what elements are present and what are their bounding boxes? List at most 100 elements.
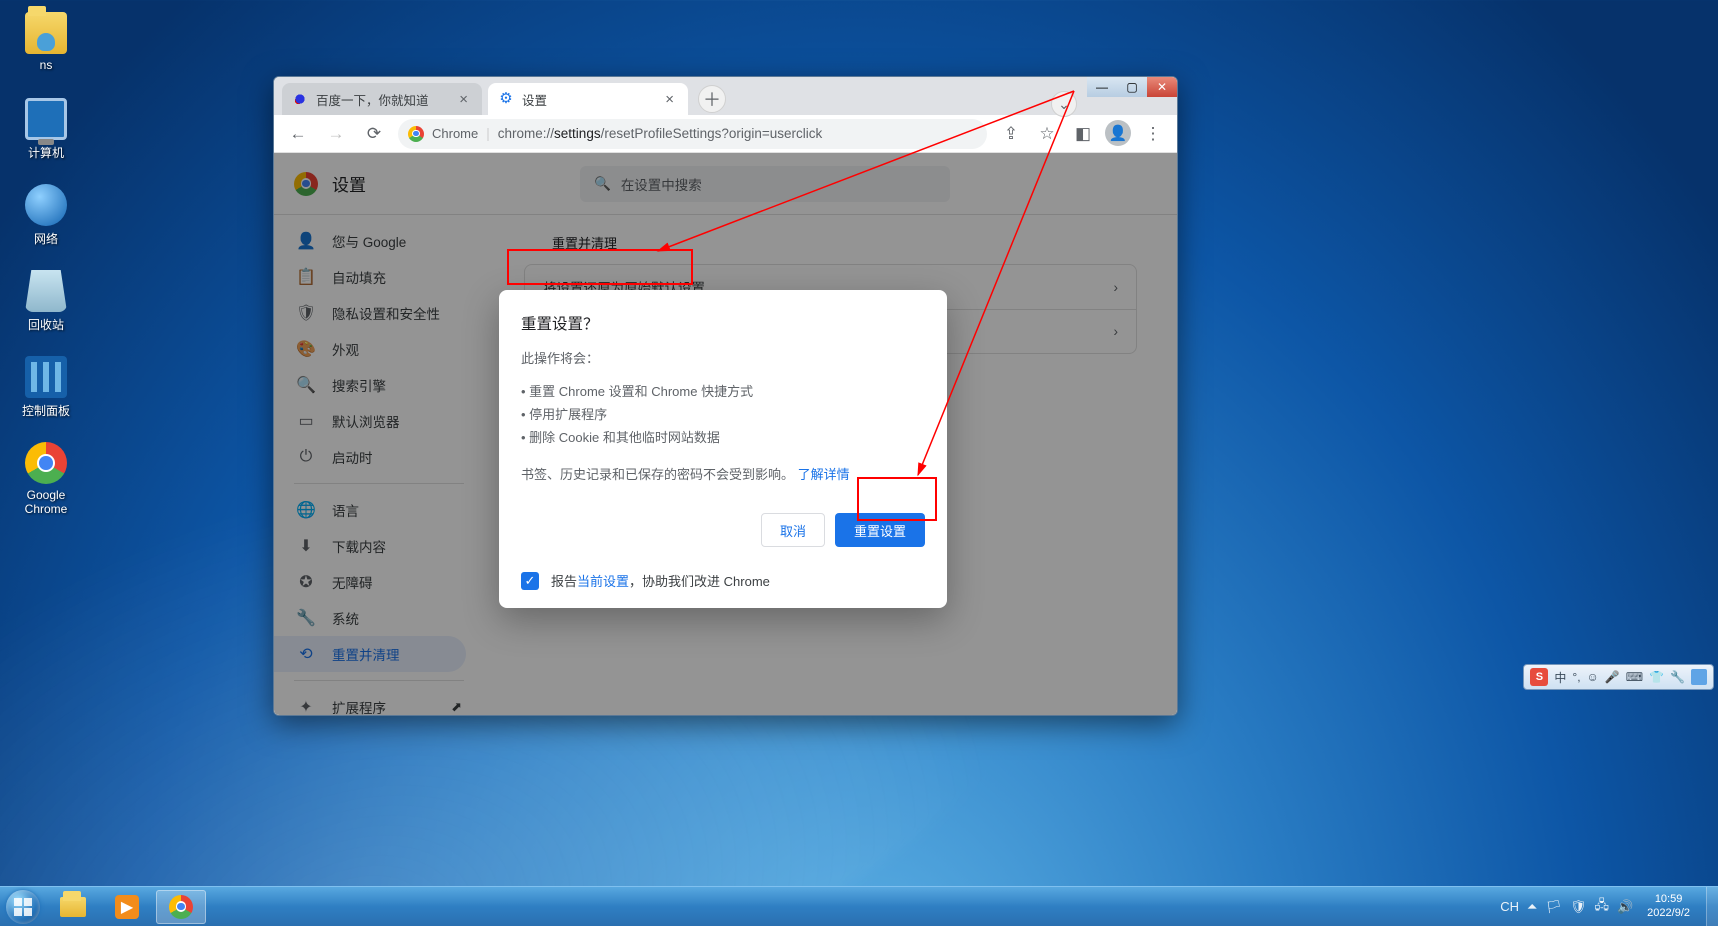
- tray-volume-icon[interactable]: 🔊: [1617, 899, 1633, 915]
- chevron-right-icon: ›: [1114, 280, 1119, 295]
- reset-settings-button[interactable]: 重置设置: [835, 513, 925, 547]
- desktop-icon-network[interactable]: 网络: [6, 184, 86, 247]
- system-tray: CH ⏶ 🏳 🛡 🖧 🔊 10:59 2022/9/2: [1490, 891, 1706, 921]
- desktop-icon-recycle-bin[interactable]: 回收站: [6, 270, 86, 333]
- tab-label: 设置: [522, 90, 653, 109]
- settings-sidebar: 👤您与 Google 📋自动填充 🛡隐私设置和安全性 🎨外观 🔍搜索引擎 ▭默认…: [274, 215, 484, 715]
- tray-shield-icon[interactable]: 🛡: [1570, 899, 1587, 915]
- current-settings-link[interactable]: 当前设置: [577, 574, 629, 589]
- close-tab-button[interactable]: ×: [455, 89, 472, 110]
- palette-icon: 🎨: [296, 339, 316, 359]
- maximize-button[interactable]: ▢: [1117, 77, 1147, 97]
- tray-lang-indicator[interactable]: CH: [1500, 899, 1519, 914]
- desktop-icon-label: 网络: [6, 230, 86, 247]
- ime-grip-icon[interactable]: [1691, 669, 1707, 685]
- desktop-icon-computer[interactable]: 计算机: [6, 98, 86, 161]
- tab-label: 百度一下，你就知道: [316, 90, 447, 109]
- learn-more-link[interactable]: 了解详情: [798, 467, 850, 482]
- browser-icon: ▭: [296, 411, 316, 431]
- start-button[interactable]: [0, 887, 46, 926]
- tray-expand-icon[interactable]: ⏶: [1527, 899, 1537, 915]
- tab-baidu[interactable]: 百度一下，你就知道 ×: [282, 83, 482, 115]
- sidebar-item-downloads[interactable]: ⬇下载内容: [274, 528, 484, 564]
- desktop-icon-chrome[interactable]: Google Chrome: [6, 442, 86, 516]
- sidebar-item-reset[interactable]: ⟲重置并清理: [274, 636, 466, 672]
- profile-button[interactable]: 👤: [1105, 120, 1131, 146]
- report-checkbox[interactable]: ✓: [521, 572, 539, 590]
- sidebar-item-you-and-google[interactable]: 👤您与 Google: [274, 223, 484, 259]
- reset-settings-dialog: 重置设置？ 此操作将会： • 重置 Chrome 设置和 Chrome 快捷方式…: [499, 290, 947, 608]
- computer-icon: [25, 98, 67, 140]
- sidebar-item-search-engine[interactable]: 🔍搜索引擎: [274, 367, 484, 403]
- sidebar-item-languages[interactable]: 🌐语言: [274, 492, 484, 528]
- ime-toolbox-btn[interactable]: 🔧: [1670, 670, 1685, 684]
- desktop-icon-label: ns: [6, 58, 86, 72]
- dialog-note: 书签、历史记录和已保存的密码不会受到影响。 了解详情: [521, 464, 925, 483]
- cancel-button[interactable]: 取消: [761, 513, 825, 547]
- url-chip: Chrome: [432, 126, 478, 141]
- ime-punct-btn[interactable]: °,: [1572, 670, 1580, 684]
- tab-search-button[interactable]: ⌄: [1051, 91, 1077, 117]
- desktop-icon-ns[interactable]: ns: [6, 12, 86, 72]
- desktop-icon-label: 计算机: [6, 144, 86, 161]
- tray-clock[interactable]: 10:59 2022/9/2: [1641, 891, 1696, 921]
- back-button[interactable]: ←: [284, 120, 312, 148]
- desktop-icon-label: Google Chrome: [6, 488, 86, 516]
- new-tab-button[interactable]: ＋: [698, 85, 726, 113]
- tab-strip: 百度一下，你就知道 × ⚙ 设置 × ＋: [274, 77, 1177, 115]
- settings-search-placeholder: 在设置中搜索: [621, 174, 702, 194]
- forward-button[interactable]: →: [322, 120, 350, 148]
- external-link-icon: ⬈: [451, 699, 462, 715]
- sidebar-item-system[interactable]: 🔧系统: [274, 600, 484, 636]
- tray-flag-icon[interactable]: 🏳: [1545, 899, 1562, 915]
- media-player-icon: ▶: [115, 895, 139, 919]
- baidu-favicon-icon: [292, 91, 308, 107]
- menu-button[interactable]: ⋮: [1139, 120, 1167, 148]
- sidebar-item-extensions[interactable]: ✦扩展程序⬈: [274, 689, 484, 715]
- minimize-button[interactable]: —: [1087, 77, 1117, 97]
- settings-title: 设置: [332, 171, 366, 196]
- ime-emoji-btn[interactable]: ☺: [1587, 670, 1599, 684]
- sidebar-item-appearance[interactable]: 🎨外观: [274, 331, 484, 367]
- section-title: 重置并清理: [552, 233, 1109, 252]
- dialog-bullet: • 停用扩展程序: [521, 402, 925, 425]
- window-controls: — ▢ ✕: [1087, 77, 1177, 97]
- sidebar-item-autofill[interactable]: 📋自动填充: [274, 259, 484, 295]
- tab-settings[interactable]: ⚙ 设置 ×: [488, 83, 688, 115]
- desktop-icon-label: 回收站: [6, 316, 86, 333]
- chrome-window: 百度一下，你就知道 × ⚙ 设置 × ＋ ⌄ — ▢ ✕ ← → ⟳ Chrom…: [273, 76, 1178, 716]
- ime-toolbar[interactable]: S 中 °, ☺ 🎤 ⌨ 👕 🔧: [1523, 664, 1714, 690]
- settings-search[interactable]: 🔍 在设置中搜索: [580, 166, 950, 202]
- taskbar: ▶ CH ⏶ 🏳 🛡 🖧 🔊 10:59 2022/9/2: [0, 886, 1718, 926]
- reload-button[interactable]: ⟳: [360, 120, 388, 148]
- ime-mic-btn[interactable]: 🎤: [1605, 670, 1620, 684]
- sidebar-item-default-browser[interactable]: ▭默认浏览器: [274, 403, 484, 439]
- toolbar: ← → ⟳ Chrome | chrome://settings/resetPr…: [274, 115, 1177, 153]
- sidebar-item-privacy[interactable]: 🛡隐私设置和安全性: [274, 295, 484, 331]
- taskbar-item-chrome[interactable]: [156, 890, 206, 924]
- accessibility-icon: ✪: [296, 572, 316, 592]
- ime-lang-toggle[interactable]: 中: [1554, 669, 1566, 686]
- sidepanel-button[interactable]: ◧: [1069, 120, 1097, 148]
- tray-network-icon[interactable]: 🖧: [1594, 896, 1609, 918]
- show-desktop-button[interactable]: [1706, 887, 1718, 926]
- desktop-icon-control-panel[interactable]: 控制面板: [6, 356, 86, 419]
- tray-date: 2022/9/2: [1647, 907, 1690, 920]
- taskbar-item-media-player[interactable]: ▶: [102, 890, 152, 924]
- shield-icon: 🛡: [296, 303, 316, 323]
- close-window-button[interactable]: ✕: [1147, 77, 1177, 97]
- ime-keyboard-btn[interactable]: ⌨: [1626, 670, 1643, 684]
- bookmark-button[interactable]: ☆: [1033, 120, 1061, 148]
- address-bar[interactable]: Chrome | chrome://settings/resetProfileS…: [398, 119, 987, 149]
- person-icon: 👤: [296, 231, 316, 251]
- share-button[interactable]: ⇪: [997, 120, 1025, 148]
- close-tab-button[interactable]: ×: [661, 89, 678, 110]
- sidebar-item-on-startup[interactable]: ⏻启动时: [274, 439, 484, 475]
- recycle-bin-icon: [25, 270, 67, 312]
- taskbar-item-explorer[interactable]: [48, 890, 98, 924]
- ime-skin-btn[interactable]: 👕: [1649, 670, 1664, 684]
- sidebar-item-accessibility[interactable]: ✪无障碍: [274, 564, 484, 600]
- chrome-icon: [169, 895, 193, 919]
- extension-icon: ✦: [296, 697, 316, 715]
- search-icon: 🔍: [296, 375, 316, 395]
